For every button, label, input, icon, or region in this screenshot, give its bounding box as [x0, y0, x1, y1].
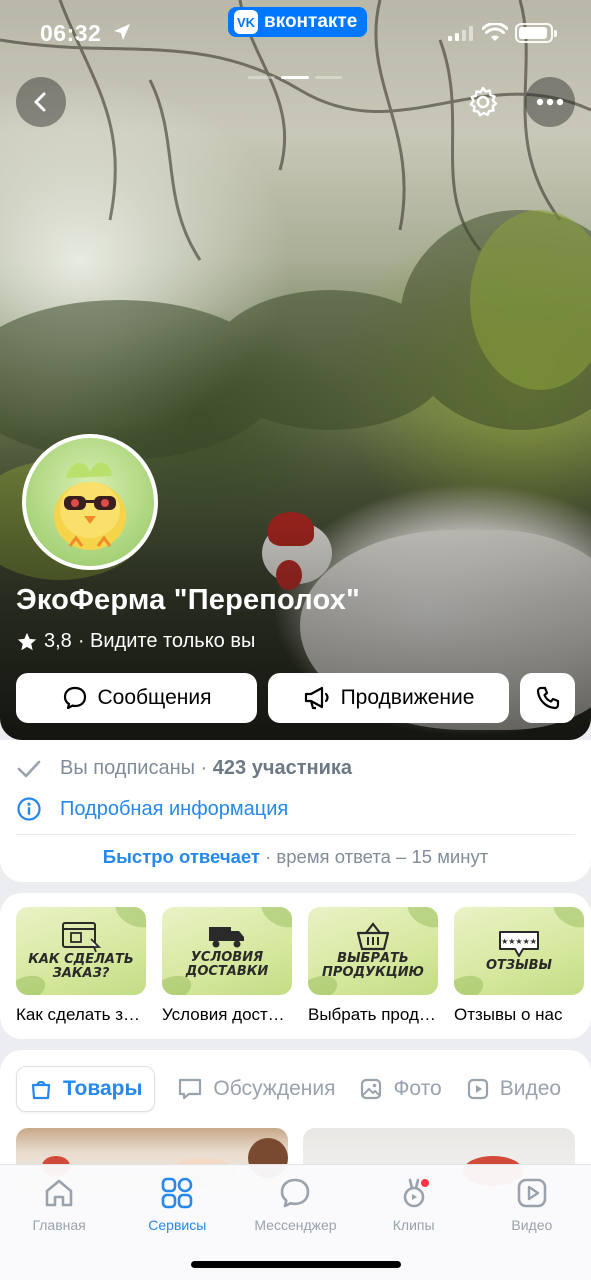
content-tabs: Товары Обсуждения Фото Видео: [16, 1066, 563, 1112]
messages-label: Сообщения: [97, 686, 212, 709]
grid-icon: [161, 1177, 193, 1209]
nav-clips[interactable]: Клипы: [355, 1175, 473, 1233]
nav-label: Мессенджер: [254, 1217, 337, 1233]
messages-button[interactable]: Сообщения: [16, 673, 257, 723]
settings-button[interactable]: [458, 77, 508, 127]
battery-icon: [515, 23, 557, 43]
location-arrow-icon: [114, 24, 130, 40]
message-bubble-icon: [63, 686, 86, 710]
check-icon: [17, 760, 41, 777]
rating-value: 3,8: [44, 630, 72, 652]
community-name: ЭкоФерма "Переполох": [16, 584, 360, 616]
bag-icon: [31, 1080, 51, 1100]
phone-icon: [536, 686, 559, 710]
tab-label: Товары: [63, 1077, 143, 1100]
promotion-button[interactable]: Продвижение: [268, 673, 509, 723]
nav-label: Клипы: [392, 1217, 435, 1233]
tab-photos[interactable]: Фото: [357, 1066, 443, 1112]
cellular-signal-icon: [448, 26, 473, 41]
chat-bubble-icon: [179, 1078, 202, 1100]
details-label: Подробная информация: [60, 797, 289, 820]
promotion-label: Продвижение: [340, 686, 475, 709]
fast-answer-label: Быстро отвечает: [102, 846, 260, 867]
wifi-icon: [482, 23, 508, 41]
chevron-left-icon: [34, 92, 46, 112]
service-item-products[interactable]: Выбрать продукцию Выбрать продукцию: [308, 907, 438, 1025]
services-card: Как сделать заказ? Как сделать заказ? Ус…: [0, 893, 591, 1039]
gear-icon: [469, 86, 498, 117]
nav-messenger[interactable]: Мессенджер: [236, 1175, 354, 1233]
action-row: Сообщения Продвижение: [16, 673, 575, 723]
tab-label: Фото: [393, 1077, 442, 1100]
visibility-note: · Видите только вы: [77, 630, 256, 652]
call-button[interactable]: [520, 673, 575, 723]
home-indicator: [191, 1261, 401, 1268]
more-button[interactable]: [525, 77, 575, 127]
status-bar: 06:32 VK вконтакте: [0, 0, 591, 66]
info-icon: [17, 797, 41, 821]
more-dots-icon: [536, 98, 564, 106]
cover-pager: [248, 76, 342, 79]
back-button[interactable]: [16, 77, 66, 127]
service-thumbnail: ★★★★★ Отзывы: [454, 907, 584, 995]
service-thumbnail: Условия доставки: [162, 907, 292, 995]
nav-label: Главная: [32, 1217, 86, 1233]
tab-label: Видео: [499, 1077, 562, 1100]
nav-services[interactable]: Сервисы: [118, 1175, 236, 1233]
screen: 06:32 VK вконтакте ЭкоФерма "Переполох" …: [0, 0, 591, 1280]
service-label: Как сделать заказ?: [16, 1005, 146, 1024]
chick-logo: [54, 462, 126, 550]
service-label: Условия доставки: [162, 1005, 292, 1024]
community-avatar[interactable]: [22, 434, 158, 570]
service-label: Отзывы о нас: [454, 1005, 563, 1024]
subscription-row[interactable]: Вы подписаны · 423 участника: [16, 757, 352, 780]
browser-cart-icon: [62, 921, 101, 953]
basket-icon: [356, 921, 390, 950]
notification-dot: [420, 1179, 429, 1187]
tab-goods[interactable]: Товары: [16, 1066, 156, 1112]
rating-line[interactable]: 3,8 · Видите только вы: [16, 630, 255, 653]
tab-label: Обсуждения: [213, 1077, 336, 1100]
nav-video[interactable]: Видео: [473, 1175, 591, 1233]
tab-videos[interactable]: Видео: [464, 1066, 563, 1112]
services-list: Как сделать заказ? Как сделать заказ? Ус…: [16, 907, 584, 1025]
service-thumbnail: Выбрать продукцию: [308, 907, 438, 995]
review-bubble-icon: ★★★★★: [499, 930, 539, 957]
nav-label: Видео: [511, 1217, 553, 1233]
service-label: Выбрать продукцию: [308, 1005, 438, 1024]
vk-logo-icon: VK: [234, 10, 258, 34]
tab-discussions[interactable]: Обсуждения: [175, 1066, 337, 1112]
nav-home[interactable]: Главная: [0, 1175, 118, 1233]
response-time: Быстро отвечает · время ответа – 15 мину…: [0, 846, 591, 868]
video-icon: [517, 1178, 547, 1208]
vk-app-badge[interactable]: VK вконтакте: [228, 7, 368, 37]
members-count: 423 участника: [212, 757, 352, 779]
star-icon: [17, 632, 37, 650]
service-item-order[interactable]: Как сделать заказ? Как сделать заказ?: [16, 907, 146, 1025]
service-item-delivery[interactable]: Условия доставки Условия доставки: [162, 907, 292, 1025]
truck-icon: [209, 926, 244, 948]
svg-text:★★★★★: ★★★★★: [501, 937, 537, 946]
service-thumbnail: Как сделать заказ?: [16, 907, 146, 995]
chat-icon: [281, 1178, 310, 1208]
vk-app-badge-label: вконтакте: [264, 11, 358, 32]
play-icon: [467, 1078, 488, 1100]
details-link[interactable]: Подробная информация: [16, 796, 288, 822]
answer-time-label: · время ответа – 15 минут: [259, 846, 489, 867]
subscribed-label: Вы подписаны ·: [60, 757, 208, 779]
service-thumb-text: Отзывы: [485, 957, 552, 973]
service-item-reviews[interactable]: ★★★★★ Отзывы Отзывы о нас: [454, 907, 584, 1025]
home-icon: [45, 1179, 73, 1207]
nav-label: Сервисы: [148, 1217, 207, 1233]
divider: [16, 834, 575, 835]
megaphone-icon: [304, 686, 329, 710]
status-time: 06:32: [40, 20, 102, 46]
image-icon: [361, 1078, 382, 1100]
